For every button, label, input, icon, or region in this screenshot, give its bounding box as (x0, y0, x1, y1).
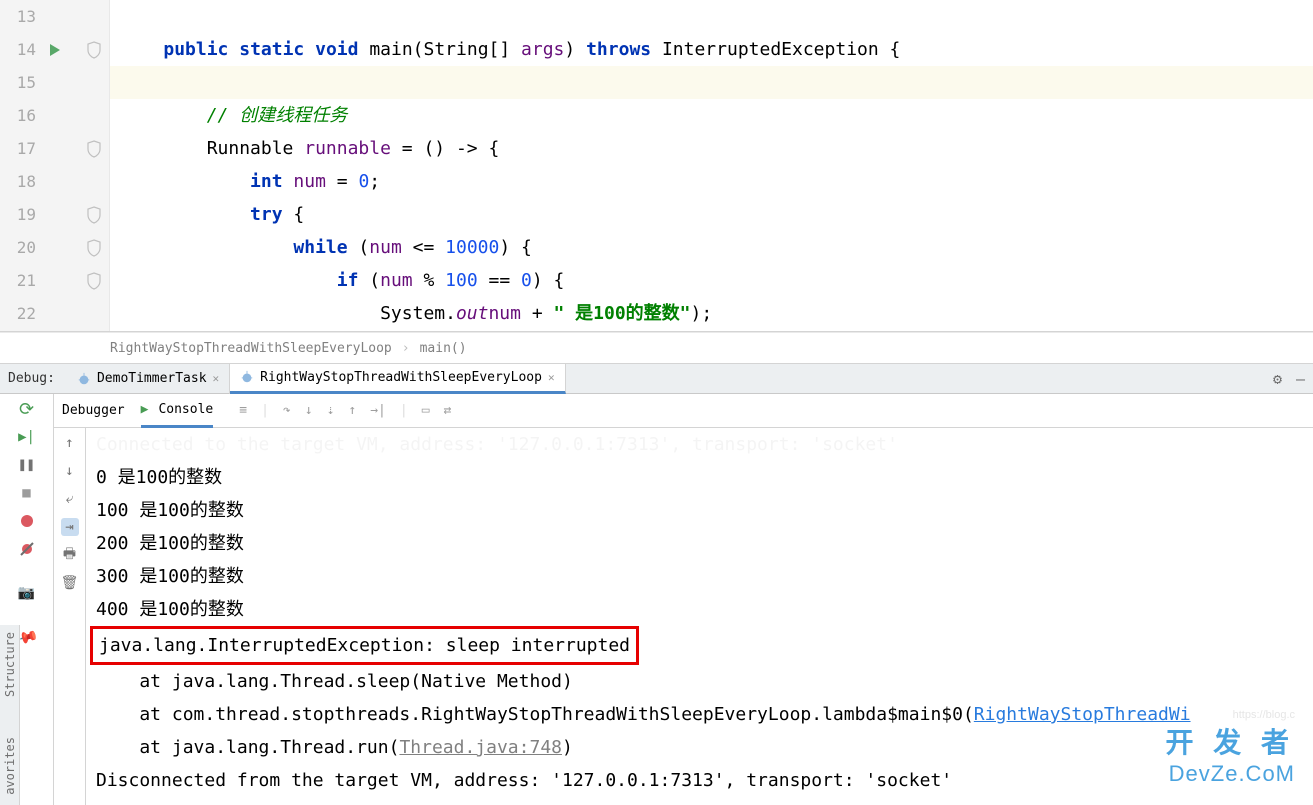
line-number: 13 (0, 7, 46, 26)
chevron-right-icon: › (402, 341, 410, 356)
bug-icon (77, 372, 91, 386)
console-line: 0 是100的整数 (96, 461, 1313, 494)
comment: // 创建线程任务 (207, 105, 348, 126)
camera-icon[interactable]: 📷 (18, 584, 36, 602)
breadcrumb-class[interactable]: RightWayStopThreadWithSleepEveryLoop (110, 341, 392, 356)
string-literal: " 是100的整数" (554, 303, 691, 324)
source-link-gray[interactable]: Thread.java:748 (399, 737, 562, 758)
line-number: 17 (0, 139, 46, 158)
print-icon[interactable]: 🖶 (61, 546, 79, 564)
method-name: main (369, 39, 412, 60)
console-line: 300 是100的整数 (96, 560, 1313, 593)
down-stack-icon[interactable]: ↓ (61, 462, 79, 480)
stack-line: at com.thread.stopthreads.RightWayStopTh… (96, 698, 1313, 731)
console-rail: ↑ ↓ ⤶ ⇥ 🖶 🗑 (54, 428, 86, 805)
code-editor: 13 14 15 16 17 18 19 20 21 22 public sta… (0, 0, 1313, 332)
caret-line[interactable] (110, 66, 1313, 99)
console-icon: ▶ (141, 402, 149, 417)
keyword: while (293, 237, 358, 258)
variable: num (293, 171, 326, 192)
run-gutter-icon[interactable] (50, 44, 60, 56)
shield-icon (87, 239, 101, 257)
run-config-tab-active[interactable]: RightWayStopThreadWithSleepEveryLoop ✕ (230, 364, 565, 394)
debugger-tab[interactable]: Debugger (62, 394, 125, 428)
console-line: 200 是100的整数 (96, 527, 1313, 560)
exception-highlight: java.lang.InterruptedException: sleep in… (90, 626, 639, 665)
debug-panel: ⟳ ▶| ❚❚ ■ 📷 📌 Debugger ▶Console ≡ | ↷ ↓ … (0, 394, 1313, 805)
static-field: out (456, 303, 489, 324)
debug-run-tabs: Debug: DemoTimmerTask ✕ RightWayStopThre… (0, 364, 1313, 394)
breadcrumb-method[interactable]: main() (420, 341, 467, 356)
structure-tab[interactable]: Structure (3, 632, 17, 697)
variable: runnable (304, 138, 391, 159)
console-line: Disconnected from the target VM, address… (96, 764, 1313, 797)
line-number: 14 (0, 40, 46, 59)
keyword: public (163, 39, 228, 60)
mute-breakpoints-icon[interactable] (18, 540, 36, 558)
step-out-icon[interactable]: ↑ (348, 403, 356, 418)
bug-icon (240, 370, 254, 384)
run-to-cursor-icon[interactable]: →| (370, 403, 386, 418)
line-number: 20 (0, 238, 46, 257)
minimize-icon[interactable]: — (1296, 370, 1305, 388)
force-step-into-icon[interactable]: ⇣ (327, 403, 335, 418)
scroll-to-end-icon[interactable]: ⇥ (61, 518, 79, 536)
left-tool-window-tabs: Structure avorites (0, 625, 20, 805)
line-number: 22 (0, 304, 46, 323)
line-number: 18 (0, 172, 46, 191)
code-pane[interactable]: public static void main(String[] args) t… (110, 0, 1313, 331)
shield-icon (87, 272, 101, 290)
view-breakpoints-icon[interactable] (18, 512, 36, 530)
up-stack-icon[interactable]: ↑ (61, 434, 79, 452)
source-link[interactable]: RightWayStopThreadWi (974, 704, 1191, 725)
gear-icon[interactable]: ⚙ (1273, 370, 1282, 388)
soft-wrap-icon[interactable]: ⤶ (61, 490, 79, 508)
keyword: static (239, 39, 304, 60)
console-output[interactable]: Connected to the target VM, address: '12… (86, 428, 1313, 805)
keyword: throws (586, 39, 651, 60)
shield-icon (87, 140, 101, 158)
keyword: if (337, 270, 370, 291)
editor-gutter: 13 14 15 16 17 18 19 20 21 22 (0, 0, 110, 331)
console-line: 400 是100的整数 (96, 593, 1313, 626)
stack-line: at java.lang.Thread.run(Thread.java:748) (96, 731, 1313, 764)
shield-icon (87, 41, 101, 59)
evaluate-icon[interactable]: ▭ (422, 403, 430, 418)
keyword: void (315, 39, 358, 60)
trace-icon[interactable]: ⇄ (444, 403, 452, 418)
step-into-icon[interactable]: ↓ (305, 403, 313, 418)
stop-icon[interactable]: ■ (18, 484, 36, 502)
console-line: Connected to the target VM, address: '12… (96, 428, 1313, 461)
run-config-tab[interactable]: DemoTimmerTask ✕ (67, 364, 230, 394)
keyword: int (250, 171, 293, 192)
watermark: https://blog.c 开 发 者 DevZe.CoM (1165, 709, 1295, 787)
debug-label: Debug: (8, 371, 55, 386)
param: args (521, 39, 564, 60)
clear-icon[interactable]: 🗑 (61, 574, 79, 592)
line-number: 19 (0, 205, 46, 224)
line-number: 16 (0, 106, 46, 125)
debug-toolbar: Debugger ▶Console ≡ | ↷ ↓ ⇣ ↑ →| | ▭ ⇄ (54, 394, 1313, 428)
close-icon[interactable]: ✕ (548, 371, 555, 384)
tab-label: RightWayStopThreadWithSleepEveryLoop (260, 370, 542, 385)
favorites-tab[interactable]: avorites (3, 737, 17, 795)
console-tab[interactable]: ▶Console (141, 394, 214, 428)
pause-icon[interactable]: ❚❚ (18, 456, 36, 474)
line-number: 21 (0, 271, 46, 290)
resume-icon[interactable]: ▶| (18, 428, 36, 446)
console-line: 100 是100的整数 (96, 494, 1313, 527)
step-over-icon[interactable]: ↷ (283, 403, 291, 418)
breadcrumb[interactable]: RightWayStopThreadWithSleepEveryLoop › m… (0, 332, 1313, 364)
stack-line: at java.lang.Thread.sleep(Native Method) (96, 665, 1313, 698)
close-icon[interactable]: ✕ (213, 372, 220, 385)
tab-label: DemoTimmerTask (97, 371, 207, 386)
line-number: 15 (0, 73, 46, 92)
filter-icon[interactable]: ≡ (239, 403, 247, 418)
rerun-debug-icon[interactable]: ⟳ (18, 400, 36, 418)
shield-icon (87, 206, 101, 224)
keyword: try (250, 204, 283, 225)
